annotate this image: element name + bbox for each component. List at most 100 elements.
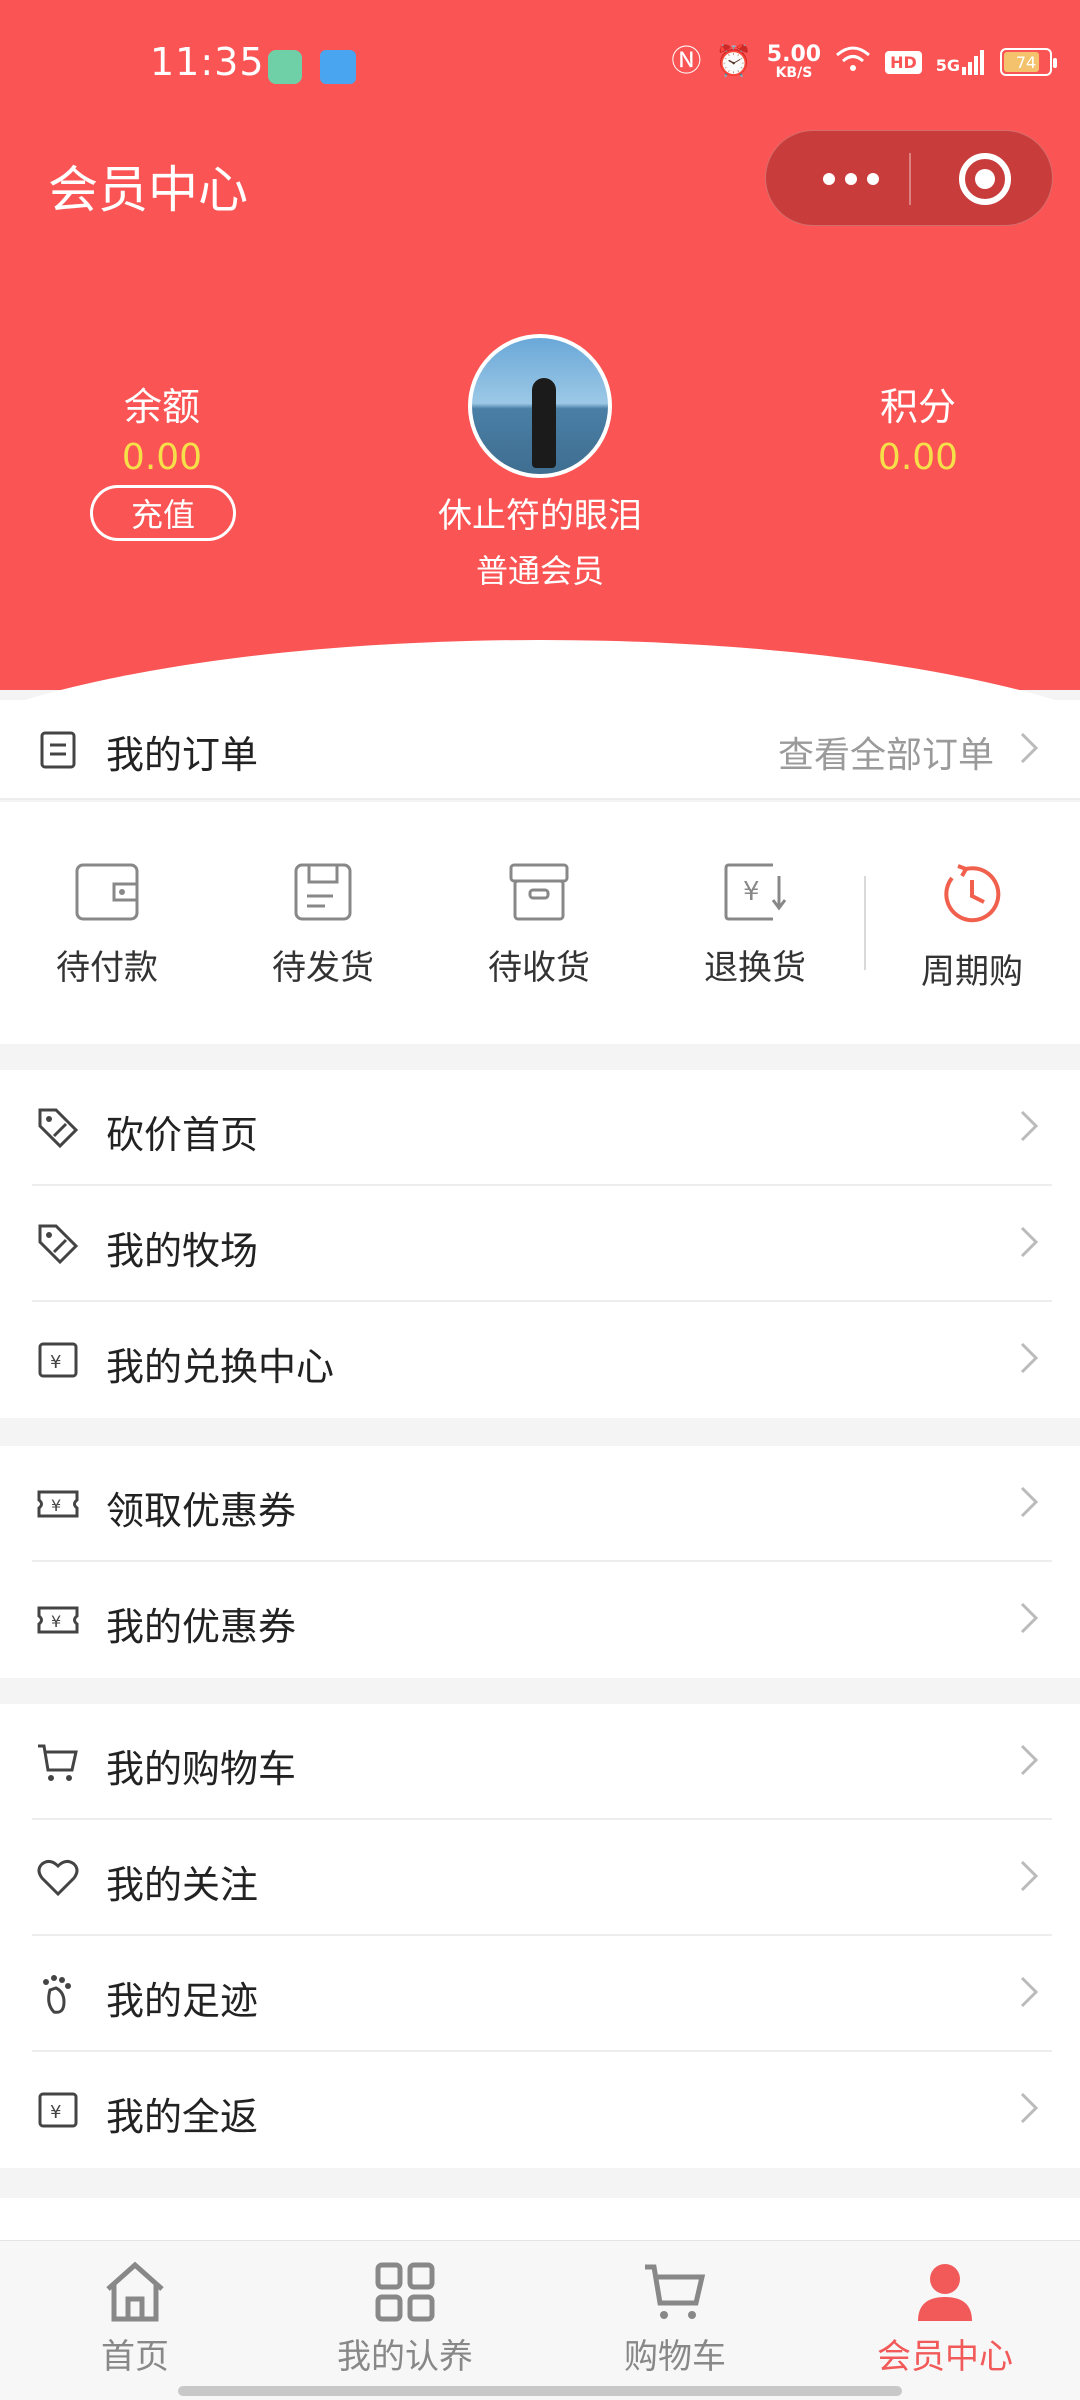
tag-icon bbox=[38, 1224, 79, 1265]
chevron-right-icon bbox=[1020, 1226, 1039, 1258]
order-item-label: 待付款 bbox=[56, 948, 158, 988]
menu-item-label: 我的优惠券 bbox=[106, 1605, 297, 1649]
cart-icon bbox=[645, 2264, 706, 2319]
tab-label: 购物车 bbox=[624, 2337, 726, 2377]
balance-stat: 余额 0.00 bbox=[62, 376, 262, 478]
order-returns[interactable]: ¥ 退换货 bbox=[665, 862, 845, 989]
menu-item-my-ranch[interactable]: 我的牧场 bbox=[0, 1186, 1080, 1302]
grid-icon bbox=[375, 2262, 435, 2322]
svg-text:¥: ¥ bbox=[50, 1352, 61, 1373]
user-icon bbox=[918, 2264, 972, 2321]
box-icon bbox=[509, 863, 569, 921]
order-periodic-purchase[interactable]: 周期购 bbox=[882, 862, 1062, 993]
tab-member-center[interactable]: 会员中心 bbox=[810, 2261, 1080, 2378]
tab-home[interactable]: 首页 bbox=[0, 2261, 270, 2378]
menu-item-label: 我的购物车 bbox=[106, 1747, 297, 1791]
wallet-icon bbox=[75, 863, 139, 921]
svg-text:¥: ¥ bbox=[51, 1496, 61, 1515]
order-item-label: 退换货 bbox=[704, 948, 806, 988]
tag-icon bbox=[38, 1108, 79, 1149]
footprint-icon bbox=[43, 1975, 71, 2014]
menu-item-full-rebate[interactable]: ¥ 我的全返 bbox=[0, 2052, 1080, 2168]
chevron-right-icon bbox=[1020, 1860, 1039, 1892]
notification-app-icon bbox=[268, 50, 302, 84]
notification-app-icon bbox=[320, 50, 356, 84]
battery-level: 74 bbox=[1015, 52, 1037, 72]
menu-item-label: 砍价首页 bbox=[106, 1113, 259, 1157]
view-all-orders-link[interactable]: 查看全部订单 bbox=[778, 726, 994, 778]
miniprogram-capsule bbox=[765, 130, 1053, 226]
menu-group-coupons: ¥ 领取优惠券 ¥ 我的优惠券 bbox=[0, 1446, 1080, 1678]
close-miniprogram-button[interactable] bbox=[959, 153, 1011, 205]
tab-label: 会员中心 bbox=[877, 2337, 1013, 2377]
chevron-right-icon bbox=[1020, 1342, 1039, 1374]
wifi-icon bbox=[835, 45, 871, 79]
package-icon bbox=[294, 863, 352, 921]
menu-item-my-cart[interactable]: 我的购物车 bbox=[0, 1704, 1080, 1820]
tab-my-adoption[interactable]: 我的认养 bbox=[270, 2261, 540, 2378]
menu-group-bargain: 砍价首页 我的牧场 ¥ 我的兑换中心 bbox=[0, 1070, 1080, 1418]
order-item-label: 周期购 bbox=[921, 952, 1023, 992]
cart-icon bbox=[38, 1744, 78, 1781]
tab-label: 我的认养 bbox=[337, 2337, 473, 2377]
order-pending-payment[interactable]: 待付款 bbox=[17, 862, 197, 989]
order-pending-shipment[interactable]: 待发货 bbox=[233, 862, 413, 989]
menu-item-bargain-home[interactable]: 砍价首页 bbox=[0, 1070, 1080, 1186]
home-indicator[interactable] bbox=[178, 2386, 902, 2396]
avatar[interactable] bbox=[468, 334, 612, 478]
order-item-label: 待发货 bbox=[272, 948, 374, 988]
heart-icon bbox=[37, 1859, 79, 1897]
battery-icon: 74 bbox=[1000, 48, 1057, 76]
status-indicators: Ⓝ ⏰ 5.00 KB/S HD 5G 74 bbox=[671, 42, 1057, 81]
menu-item-get-coupons[interactable]: ¥ 领取优惠券 bbox=[0, 1446, 1080, 1562]
alarm-icon: ⏰ bbox=[715, 44, 753, 79]
menu-item-my-coupons[interactable]: ¥ 我的优惠券 bbox=[0, 1562, 1080, 1678]
divider bbox=[864, 876, 866, 970]
menu-item-label: 我的关注 bbox=[106, 1863, 259, 1907]
my-orders-header[interactable]: 我的订单 查看全部订单 bbox=[0, 700, 1080, 800]
nfc-icon: Ⓝ bbox=[671, 44, 702, 79]
points-stat: 积分 0.00 bbox=[818, 376, 1018, 478]
points-label: 积分 bbox=[879, 385, 956, 429]
chevron-right-icon bbox=[1020, 1110, 1039, 1142]
menu-item-my-footprints[interactable]: 我的足迹 bbox=[0, 1936, 1080, 2052]
exchange-icon: ¥ bbox=[38, 2092, 78, 2128]
chevron-right-icon bbox=[1020, 1976, 1039, 2008]
chevron-right-icon bbox=[1020, 1486, 1039, 1518]
status-bar: 11:35 Ⓝ ⏰ 5.00 KB/S HD 5G 74 bbox=[0, 0, 1080, 132]
chevron-right-icon bbox=[1020, 1744, 1039, 1776]
order-pending-receipt[interactable]: 待收货 bbox=[449, 862, 629, 989]
menu-item-exchange-center[interactable]: ¥ 我的兑换中心 bbox=[0, 1302, 1080, 1418]
recharge-button[interactable]: 充值 bbox=[90, 485, 236, 541]
my-orders-title: 我的订单 bbox=[106, 733, 259, 777]
menu-group-personal: 我的购物车 我的关注 我的足迹 ¥ 我的全返 bbox=[0, 1704, 1080, 2168]
chevron-right-icon bbox=[1018, 730, 1040, 770]
menu-item-label: 我的全返 bbox=[106, 2095, 259, 2139]
page-title: 会员中心 bbox=[48, 161, 248, 219]
signal-label: 5G bbox=[935, 56, 960, 75]
home-icon bbox=[106, 2261, 164, 2322]
tab-label: 首页 bbox=[101, 2337, 169, 2377]
hd-badge: HD bbox=[885, 50, 922, 74]
menu-item-label: 我的足迹 bbox=[106, 1979, 259, 2023]
coupon-icon: ¥ bbox=[37, 1606, 79, 1634]
balance-value: 0.00 bbox=[121, 437, 203, 478]
more-menu-button[interactable] bbox=[806, 131, 896, 227]
tab-cart[interactable]: 购物车 bbox=[540, 2261, 810, 2378]
username: 休止符的眼泪 bbox=[438, 496, 642, 536]
balance-label: 余额 bbox=[123, 385, 200, 429]
network-speed: 5.00 KB/S bbox=[766, 42, 822, 81]
exchange-icon: ¥ bbox=[38, 1342, 78, 1378]
bottom-tab-bar: 首页 我的认养 购物车 会员中心 bbox=[0, 2240, 1080, 2400]
menu-item-label: 我的牧场 bbox=[106, 1229, 259, 1273]
menu-item-label: 领取优惠券 bbox=[106, 1489, 297, 1533]
menu-item-my-follows[interactable]: 我的关注 bbox=[0, 1820, 1080, 1936]
points-value: 0.00 bbox=[877, 437, 959, 478]
member-center-page: 11:35 Ⓝ ⏰ 5.00 KB/S HD 5G 74 会员中心 余额 0.0… bbox=[0, 0, 1080, 2400]
svg-text:¥: ¥ bbox=[51, 1612, 61, 1631]
order-status-row: 待付款 待发货 待收货 ¥ 退换货 周期购 bbox=[0, 802, 1080, 1044]
refund-icon: ¥ bbox=[724, 863, 787, 921]
svg-text:¥: ¥ bbox=[50, 2102, 61, 2123]
clock-icon bbox=[944, 864, 1001, 923]
chevron-right-icon bbox=[1020, 2092, 1039, 2124]
